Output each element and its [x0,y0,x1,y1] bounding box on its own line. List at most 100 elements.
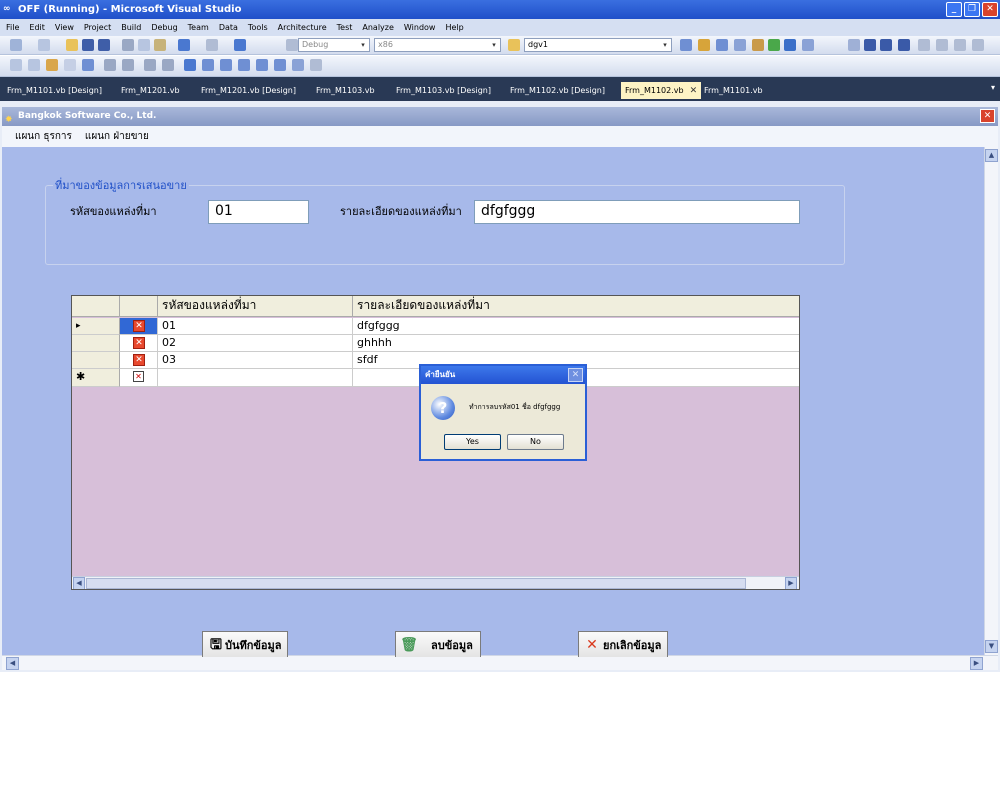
tabs-dropdown-icon[interactable]: ▾ [991,83,995,92]
tab-frm-m1102[interactable]: Frm_M1102.vb ✕ [621,82,702,99]
step-into-icon[interactable] [918,39,930,51]
scroll-up-icon[interactable]: ▲ [985,149,998,162]
no-button[interactable]: No [507,434,564,450]
cell-code-3[interactable]: 03 [158,352,353,369]
find-icon[interactable] [508,39,520,51]
delete-row-icon[interactable]: ✕ [133,337,145,349]
row-header-1[interactable]: ▸ [72,318,120,335]
next-bookmark-icon[interactable] [220,59,232,71]
delete-row-icon[interactable]: ✕ [133,320,145,332]
toggle-bookmark-icon[interactable] [292,59,304,71]
restart-icon[interactable] [898,39,910,51]
vertical-scrollbar[interactable]: ▲ ▼ [984,147,998,655]
format-icon[interactable] [82,59,94,71]
grid-header-code[interactable]: รหัสของแหล่งที่มา [158,296,353,317]
align-centers-icon[interactable] [28,59,40,71]
cancel-data-button[interactable]: ✕ ยกเลิกข้อมูล [578,631,668,657]
delete-row-icon[interactable]: ✕ [133,371,144,382]
menu-help[interactable]: Help [445,23,463,32]
scroll-left-icon[interactable]: ◀ [6,657,19,670]
menu-admin-department[interactable]: แผนก ธุรการ [15,131,72,142]
horizontal-scrollbar[interactable]: ◀ ▶ [2,655,998,670]
delete-cell-new[interactable]: ✕ [120,369,158,387]
minimize-button[interactable]: _ [946,2,962,17]
align-rights-icon[interactable] [46,59,58,71]
grid-scroll-right-icon[interactable]: ▶ [785,577,797,589]
delete-cell-2[interactable]: ✕ [120,335,158,352]
menu-sales-department[interactable]: แผนก ฝ่ายขาย [85,131,149,142]
code-input[interactable]: 01 [208,200,309,224]
delete-button[interactable]: 🗑 ลบข้อมูล [395,631,481,657]
menu-team[interactable]: Team [188,23,209,32]
toolbar-options-icon[interactable] [310,59,322,71]
menu-edit[interactable]: Edit [29,23,45,32]
comment-icon[interactable] [144,59,156,71]
grid-delete-col-header[interactable] [120,296,158,317]
row-header-2[interactable] [72,335,120,352]
pause-icon[interactable] [864,39,876,51]
menu-view[interactable]: View [55,23,74,32]
save-button[interactable]: 🖫 บันทึกข้อมูล [202,631,288,657]
uncomment-icon[interactable] [162,59,174,71]
server-explorer-icon[interactable] [784,39,796,51]
step-over-icon[interactable] [936,39,948,51]
scroll-down-icon[interactable]: ▼ [985,640,998,653]
menu-build[interactable]: Build [121,23,141,32]
font-size-icon[interactable] [64,59,76,71]
menu-data[interactable]: Data [219,23,238,32]
cell-code-new[interactable] [158,369,353,387]
outdent-icon[interactable] [122,59,134,71]
cell-desc-1[interactable]: dfgfggg [353,318,799,335]
yes-button[interactable]: Yes [444,434,501,450]
form-close-button[interactable]: ✕ [980,109,995,123]
tab-frm-m1101-design[interactable]: Frm_M1101.vb [Design] [3,82,106,99]
paste-icon[interactable] [154,39,166,51]
desc-input[interactable]: dfgfggg [474,200,800,224]
scroll-right-icon[interactable]: ▶ [970,657,983,670]
close-button[interactable]: ✕ [982,2,998,17]
menu-analyze[interactable]: Analyze [362,23,394,32]
undo-icon[interactable] [178,39,190,51]
platform-combo[interactable]: x86 ▾ [374,38,501,52]
stop-icon[interactable] [880,39,892,51]
grid-horizontal-scrollbar[interactable]: ◀ ▶ [72,576,799,589]
align-lefts-icon[interactable] [10,59,22,71]
find-combo[interactable]: dgv1 ▾ [524,38,672,52]
step-out-icon[interactable] [954,39,966,51]
tab-frm-m1102-design[interactable]: Frm_M1102.vb [Design] [506,82,609,99]
restore-button[interactable]: ❐ [964,2,980,17]
tab-frm-m1103-design[interactable]: Frm_M1103.vb [Design] [392,82,495,99]
hex-icon[interactable] [972,39,984,51]
grid-scroll-thumb[interactable] [86,578,746,589]
cell-code-2[interactable]: 02 [158,335,353,352]
new-project-icon[interactable] [10,39,22,51]
properties-icon[interactable] [716,39,728,51]
solution-config-combo[interactable]: Debug ▾ [298,38,370,52]
prev-bookmark-folder-icon[interactable] [238,59,250,71]
delete-cell-1[interactable]: ✕ [120,318,158,335]
close-tab-icon[interactable]: ✕ [690,86,698,96]
prev-bookmark-icon[interactable] [202,59,214,71]
row-header-new[interactable]: ✱ [72,369,120,387]
cut-icon[interactable] [122,39,134,51]
save-all-icon[interactable] [98,39,110,51]
cell-code-1[interactable]: 01 [158,318,353,335]
dialog-close-button[interactable]: ✕ [568,368,583,382]
toolbox-icon[interactable] [752,39,764,51]
delete-row-icon[interactable]: ✕ [133,354,145,366]
tab-frm-m1101[interactable]: Frm_M1101.vb [700,82,767,99]
object-browser-icon[interactable] [734,39,746,51]
menu-file[interactable]: File [6,23,19,32]
clear-bookmarks-icon[interactable] [274,59,286,71]
solution-explorer-icon[interactable] [698,39,710,51]
delete-cell-3[interactable]: ✕ [120,352,158,369]
tab-frm-m1201[interactable]: Frm_M1201.vb [117,82,184,99]
start-page-icon[interactable] [768,39,780,51]
menu-test[interactable]: Test [337,23,353,32]
tab-frm-m1103[interactable]: Frm_M1103.vb [312,82,379,99]
grid-header-desc[interactable]: รายละเอียดของแหล่งที่มา [353,296,799,317]
cell-desc-2[interactable]: ghhhh [353,335,799,352]
tab-frm-m1201-design[interactable]: Frm_M1201.vb [Design] [197,82,300,99]
redo-icon[interactable] [206,39,218,51]
indent-icon[interactable] [104,59,116,71]
